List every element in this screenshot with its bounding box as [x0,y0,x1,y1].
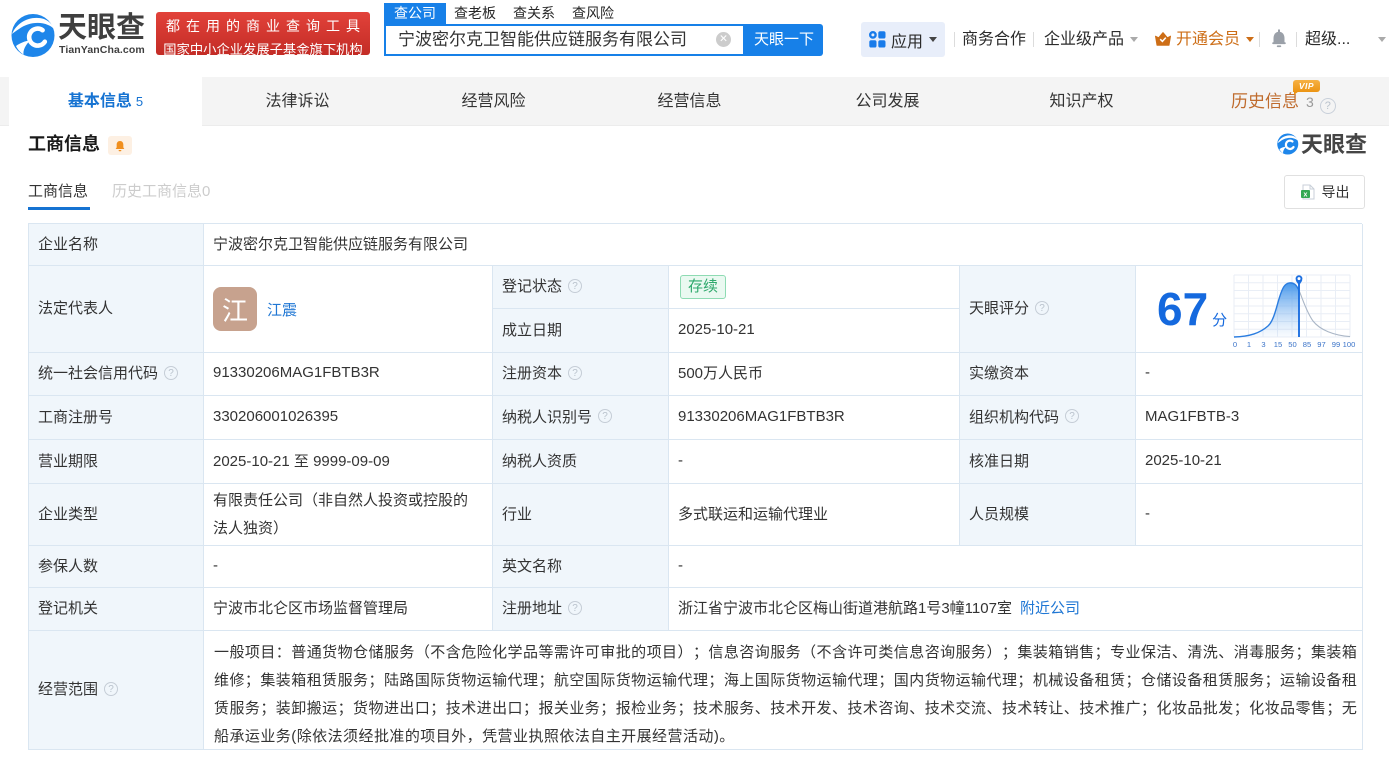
svg-text:1: 1 [1247,340,1251,349]
svg-text:85: 85 [1303,340,1311,349]
svg-text:50: 50 [1288,340,1296,349]
svg-text:15: 15 [1274,340,1282,349]
svg-text:0: 0 [1233,340,1237,349]
svg-text:100: 100 [1343,340,1356,349]
svg-text:97: 97 [1317,340,1325,349]
svg-text:x: x [1303,192,1307,199]
svg-text:3: 3 [1262,340,1266,349]
svg-text:99: 99 [1332,340,1340,349]
